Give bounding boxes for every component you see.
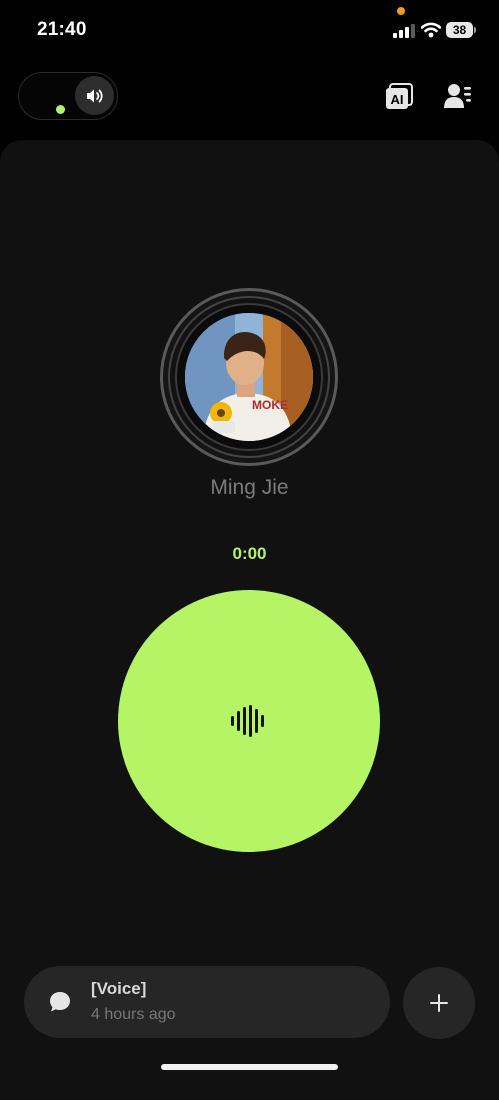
svg-text:MOKE: MOKE	[252, 398, 288, 412]
message-time: 4 hours ago	[91, 1006, 176, 1023]
battery-tip	[474, 27, 476, 33]
last-message-card[interactable]: [Voice] 4 hours ago	[24, 966, 390, 1038]
avatar-photo: MOKE	[185, 313, 313, 441]
status-bar: 21:40 38	[0, 0, 499, 60]
speaker-toggle[interactable]	[18, 72, 118, 120]
ai-icon-label: AI	[391, 92, 404, 107]
add-button[interactable]	[403, 967, 475, 1039]
contact-name: Ming Jie	[210, 476, 289, 499]
contact-list-button[interactable]	[443, 82, 473, 112]
push-to-talk-button[interactable]	[118, 590, 380, 852]
privacy-indicator-dot	[397, 7, 405, 15]
signal-icon	[393, 24, 415, 38]
contact-avatar[interactable]: MOKE	[160, 288, 338, 466]
speaker-icon	[86, 89, 103, 102]
battery-indicator: 38	[446, 22, 477, 38]
toggle-status-dot	[56, 105, 65, 114]
message-title: [Voice]	[91, 979, 147, 998]
battery-level: 38	[446, 22, 473, 38]
ai-icon: AI	[386, 83, 413, 109]
call-timer: 0:00	[232, 544, 267, 563]
chat-bubble-icon	[50, 992, 70, 1012]
toggle-knob[interactable]	[75, 76, 114, 115]
avatar-illustration: MOKE	[185, 313, 313, 441]
sound-wave-icon	[231, 705, 264, 737]
home-indicator[interactable]	[161, 1064, 338, 1070]
wifi-icon	[421, 22, 441, 38]
status-time: 21:40	[37, 19, 87, 40]
plus-icon	[430, 994, 448, 1012]
contact-list-icon	[444, 84, 471, 108]
ai-assistant-button[interactable]: AI	[385, 83, 415, 111]
